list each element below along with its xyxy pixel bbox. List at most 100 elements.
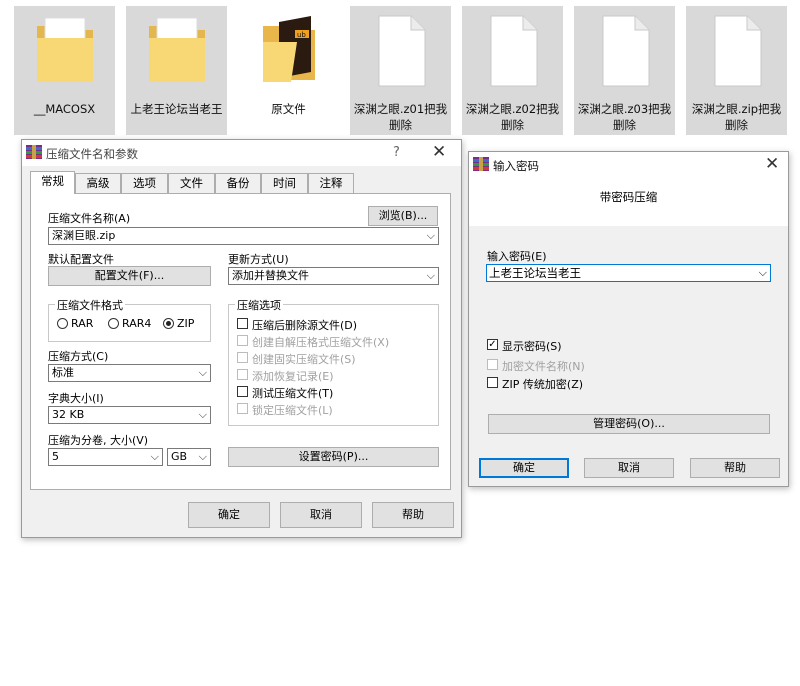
file-tile[interactable]: ub 原文件 (238, 6, 339, 135)
archive-dialog-title: 压缩文件名和参数 (46, 147, 138, 161)
tab-2[interactable]: 选项 (121, 173, 168, 193)
chevron-down-icon[interactable]: ⌵ (427, 228, 435, 244)
option-label: 创建自解压格式压缩文件(X) (252, 336, 390, 349)
method-value: 标准 (52, 366, 74, 379)
archive-params-dialog: 压缩文件名和参数 ? ✕ 常规 高级 选项 文件 备份 时间 注释 压缩文件名称(A) 浏览… (21, 139, 462, 538)
profiles-button[interactable]: 配置文件(F)... (48, 266, 211, 286)
ok-button[interactable]: 确定 (479, 458, 569, 478)
encrypt-names-label: 加密文件名称(N) (502, 360, 585, 373)
archive-name-value: 深渊巨眼.zip (52, 229, 116, 242)
format-radio-rar4[interactable] (108, 318, 119, 329)
format-label: RAR (71, 317, 94, 330)
help-icon[interactable]: ? (393, 145, 400, 160)
option-checkbox[interactable] (237, 352, 248, 363)
option-label: 锁定压缩文件(L) (252, 404, 333, 417)
file-tile[interactable]: __MACOSX (14, 6, 115, 135)
close-icon[interactable]: ✕ (765, 154, 779, 174)
winrar-icon (26, 145, 42, 159)
file-name-label: 上老王论坛当老王 (130, 102, 223, 116)
format-group-title: 压缩文件格式 (55, 297, 125, 313)
password-input[interactable]: 上老王论坛当老王 ⌵ (486, 264, 771, 282)
option-label: 创建固实压缩文件(S) (252, 353, 356, 366)
default-profile-label: 默认配置文件 (48, 253, 114, 266)
help-button[interactable]: 帮助 (372, 502, 454, 528)
ok-button[interactable]: 确定 (188, 502, 270, 528)
option-checkbox[interactable] (237, 369, 248, 380)
format-group: 压缩文件格式 RAR RAR4 ZIP (48, 297, 211, 342)
password-dialog: 输入密码 ✕ 带密码压缩 输入密码(E) 上老王论坛当老王 ⌵ ✓ 显示密码(S… (468, 151, 789, 487)
format-label: ZIP (177, 317, 195, 330)
option-checkbox[interactable] (237, 386, 248, 397)
show-password-checkbox[interactable]: ✓ (487, 339, 498, 350)
enter-password-label: 输入密码(E) (487, 250, 547, 263)
password-value: 上老王论坛当老王 (489, 266, 581, 280)
help-button[interactable]: 帮助 (690, 458, 780, 478)
chevron-down-icon[interactable]: ⌵ (759, 265, 767, 281)
chevron-down-icon[interactable]: ⌵ (199, 365, 207, 381)
password-heading: 带密码压缩 (469, 178, 788, 226)
tab-4[interactable]: 备份 (215, 173, 261, 193)
file-icon (714, 15, 761, 87)
option-label: 测试压缩文件(T) (252, 387, 334, 400)
cancel-button[interactable]: 取消 (280, 502, 362, 528)
chevron-down-icon[interactable]: ⌵ (427, 268, 435, 284)
option-checkbox[interactable] (237, 403, 248, 414)
update-mode-value: 添加并替换文件 (232, 269, 309, 282)
cancel-button[interactable]: 取消 (584, 458, 674, 478)
option-checkbox[interactable] (237, 335, 248, 346)
tab-3[interactable]: 文件 (168, 173, 215, 193)
option-label: 添加恢复记录(E) (252, 370, 334, 383)
split-label: 压缩为分卷, 大小(V) (48, 434, 149, 447)
format-label: RAR4 (122, 317, 152, 330)
format-radio-rar[interactable] (57, 318, 68, 329)
archive-name-combo[interactable]: 深渊巨眼.zip ⌵ (48, 227, 439, 245)
close-icon[interactable]: ✕ (432, 142, 446, 162)
browse-button[interactable]: 浏览(B)... (368, 206, 438, 226)
chevron-down-icon[interactable]: ⌵ (199, 449, 207, 465)
zip-legacy-checkbox[interactable] (487, 377, 498, 388)
tab-6[interactable]: 注释 (308, 173, 354, 193)
update-mode-select[interactable]: 添加并替换文件 ⌵ (228, 267, 439, 285)
general-tab-panel: 压缩文件名称(A) 浏览(B)... 深渊巨眼.zip ⌵ 默认配置文件 配置文… (30, 193, 451, 490)
manage-passwords-button[interactable]: 管理密码(O)... (488, 414, 770, 434)
set-password-button[interactable]: 设置密码(P)... (228, 447, 439, 467)
folder-icon (36, 17, 93, 82)
split-unit-value: GB (171, 450, 188, 463)
file-name-label: 深渊之眼.zip把我删除 (691, 102, 782, 132)
method-select[interactable]: 标准 ⌵ (48, 364, 211, 382)
file-tile[interactable]: 深渊之眼.z03把我删除 (574, 6, 675, 135)
tab-5[interactable]: 时间 (261, 173, 308, 193)
folder-image-icon: ub (262, 16, 315, 82)
split-unit-select[interactable]: GB ⌵ (167, 448, 211, 466)
password-heading-text: 带密码压缩 (599, 190, 658, 204)
file-tile[interactable]: 深渊之眼.zip把我删除 (686, 6, 787, 135)
chevron-down-icon[interactable]: ⌵ (199, 407, 207, 423)
encrypt-names-checkbox[interactable] (487, 359, 498, 370)
file-name-label: 深渊之眼.z01把我删除 (353, 102, 448, 132)
split-size-value: 5 (52, 450, 59, 463)
file-tile[interactable]: 深渊之眼.z01把我删除 (350, 6, 451, 135)
file-icon (378, 15, 425, 87)
file-name-label: 深渊之眼.z03把我删除 (577, 102, 672, 132)
dict-value: 32 KB (52, 408, 85, 421)
file-tile[interactable]: 深渊之眼.z02把我删除 (462, 6, 563, 135)
split-size-combo[interactable]: 5 ⌵ (48, 448, 163, 466)
archive-dialog-titlebar[interactable]: 压缩文件名和参数 ? ✕ (22, 140, 461, 166)
option-checkbox[interactable] (237, 318, 248, 329)
archive-name-label: 压缩文件名称(A) (48, 212, 131, 225)
tab-0[interactable]: 常规 (30, 171, 75, 194)
file-name-label: 深渊之眼.z02把我删除 (465, 102, 560, 132)
file-icon (490, 15, 537, 87)
options-group: 压缩选项 压缩后删除源文件(D) 创建自解压格式压缩文件(X) 创建固实压缩文件(S… (228, 297, 439, 426)
format-radio-zip[interactable] (163, 318, 174, 329)
password-dialog-titlebar[interactable]: 输入密码 ✕ (469, 152, 788, 178)
file-tile[interactable]: 上老王论坛当老王 (126, 6, 227, 135)
chevron-down-icon[interactable]: ⌵ (151, 449, 159, 465)
dict-select[interactable]: 32 KB ⌵ (48, 406, 211, 424)
show-password-label: 显示密码(S) (502, 340, 562, 353)
folder-icon (148, 17, 205, 82)
password-dialog-title: 输入密码 (493, 159, 539, 173)
options-group-title: 压缩选项 (235, 297, 283, 313)
tab-1[interactable]: 高级 (75, 173, 121, 193)
thumb-overlay-text: ub (297, 31, 306, 39)
